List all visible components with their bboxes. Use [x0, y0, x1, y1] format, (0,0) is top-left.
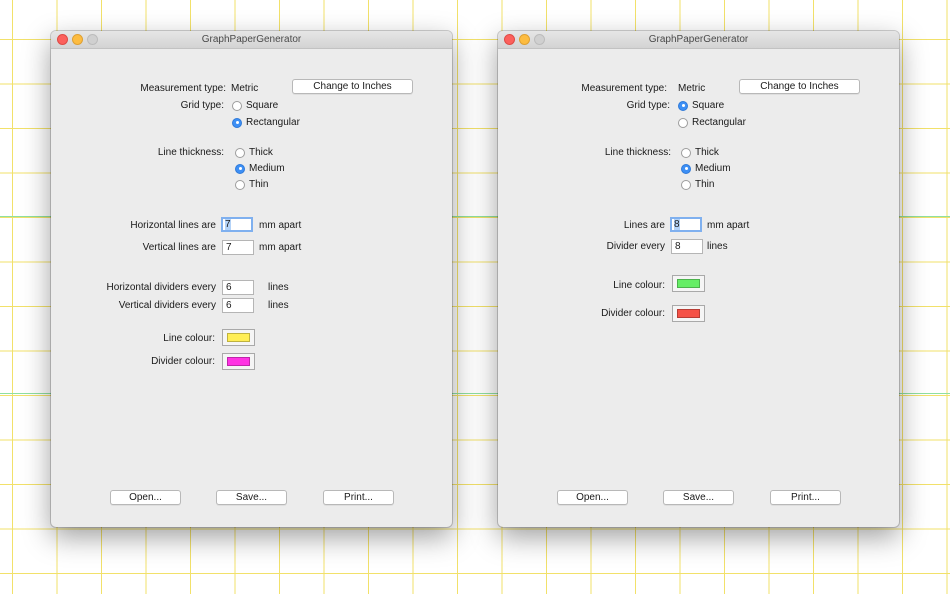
- line-thickness-label: Line thickness:: [604, 147, 671, 158]
- radio-label: Square: [246, 100, 279, 111]
- divider-colour-label: Divider colour:: [601, 308, 665, 319]
- grid-type-label: Grid type:: [626, 100, 670, 111]
- line-colour-well[interactable]: [672, 275, 705, 292]
- radio-icon: [232, 100, 242, 111]
- vertical-lines-label: Vertical lines are: [142, 242, 216, 253]
- radio-label: Square: [692, 100, 725, 111]
- zoom-window-button[interactable]: [534, 34, 545, 45]
- divider-every-label: Divider every: [606, 241, 665, 252]
- radio-label: Rectangular: [692, 117, 746, 128]
- divider-every-input[interactable]: 8: [671, 239, 703, 254]
- measurement-type-value: Metric: [231, 83, 259, 94]
- thickness-medium-radio[interactable]: Medium: [235, 163, 285, 174]
- title-bar[interactable]: GraphPaperGenerator: [498, 31, 899, 49]
- grid-divider-line: [898, 216, 950, 217]
- vertical-spacing-input[interactable]: 7: [222, 240, 254, 255]
- window-title: GraphPaperGenerator: [201, 34, 302, 45]
- thickness-medium-radio[interactable]: Medium: [681, 163, 731, 174]
- thickness-thin-radio[interactable]: Thin: [681, 179, 714, 190]
- measurement-type-label: Measurement type:: [581, 83, 667, 94]
- radio-icon: [681, 179, 691, 190]
- save-button[interactable]: Save...: [663, 490, 734, 505]
- radio-selected-icon: [232, 117, 242, 128]
- close-window-button[interactable]: [57, 34, 68, 45]
- change-units-button[interactable]: Change to Inches: [292, 79, 413, 94]
- radio-label: Rectangular: [246, 117, 300, 128]
- horizontal-dividers-unit: lines: [268, 282, 289, 293]
- radio-icon: [678, 117, 688, 128]
- close-window-button[interactable]: [504, 34, 515, 45]
- radio-label: Thick: [249, 147, 273, 158]
- vertical-dividers-input[interactable]: 6: [222, 298, 254, 313]
- minimize-window-button[interactable]: [519, 34, 530, 45]
- lines-spacing-unit: mm apart: [707, 220, 750, 231]
- title-bar[interactable]: GraphPaperGenerator: [51, 31, 452, 49]
- radio-label: Medium: [695, 163, 731, 174]
- vertical-dividers-label: Vertical dividers every: [118, 300, 216, 311]
- zoom-window-button[interactable]: [87, 34, 98, 45]
- measurement-type-label: Measurement type:: [140, 83, 226, 94]
- grid-type-rectangular-radio[interactable]: Rectangular: [678, 117, 746, 128]
- print-button[interactable]: Print...: [770, 490, 841, 505]
- radio-label: Thin: [695, 179, 715, 190]
- line-colour-swatch: [677, 279, 700, 288]
- measurement-type-value: Metric: [678, 83, 706, 94]
- radio-selected-icon: [681, 163, 691, 174]
- change-units-button[interactable]: Change to Inches: [739, 79, 860, 94]
- grid-divider-line: [452, 393, 498, 394]
- divider-every-unit: lines: [707, 241, 728, 252]
- thickness-thick-radio[interactable]: Thick: [235, 147, 273, 158]
- divider-colour-swatch: [227, 357, 250, 366]
- grid-type-square-radio[interactable]: Square: [232, 100, 278, 111]
- horizontal-spacing-unit: mm apart: [259, 220, 302, 231]
- grid-type-square-radio[interactable]: Square: [678, 100, 724, 111]
- line-colour-label: Line colour:: [613, 280, 665, 291]
- lines-spacing-input[interactable]: 8: [670, 217, 702, 232]
- line-colour-well[interactable]: [222, 329, 255, 346]
- radio-selected-icon: [678, 100, 688, 111]
- line-colour-label: Line colour:: [163, 333, 215, 344]
- grid-divider-line: [898, 393, 950, 394]
- grid-type-rectangular-radio[interactable]: Rectangular: [232, 117, 300, 128]
- horizontal-lines-label: Horizontal lines are: [130, 220, 216, 231]
- radio-icon: [235, 179, 245, 190]
- open-button[interactable]: Open...: [110, 490, 181, 505]
- print-button[interactable]: Print...: [323, 490, 394, 505]
- line-thickness-label: Line thickness:: [157, 147, 224, 158]
- divider-colour-well[interactable]: [672, 305, 705, 322]
- radio-selected-icon: [235, 163, 245, 174]
- horizontal-dividers-label: Horizontal dividers every: [106, 282, 217, 293]
- radio-label: Medium: [249, 163, 285, 174]
- thickness-thick-radio[interactable]: Thick: [681, 147, 719, 158]
- radio-icon: [681, 147, 691, 158]
- vertical-dividers-unit: lines: [268, 300, 289, 311]
- grid-divider-line: [0, 393, 52, 394]
- window-rectangular: GraphPaperGenerator Measurement type: Me…: [51, 31, 452, 527]
- grid-type-label: Grid type:: [180, 100, 224, 111]
- grid-divider-line: [452, 216, 498, 217]
- divider-colour-swatch: [677, 309, 700, 318]
- radio-label: Thick: [695, 147, 719, 158]
- minimize-window-button[interactable]: [72, 34, 83, 45]
- open-button[interactable]: Open...: [557, 490, 628, 505]
- radio-label: Thin: [249, 179, 269, 190]
- horizontal-dividers-input[interactable]: 6: [222, 280, 254, 295]
- thickness-thin-radio[interactable]: Thin: [235, 179, 268, 190]
- window-title: GraphPaperGenerator: [648, 34, 749, 45]
- divider-colour-well[interactable]: [222, 353, 255, 370]
- grid-divider-line: [0, 216, 52, 217]
- radio-icon: [235, 147, 245, 158]
- line-colour-swatch: [227, 333, 250, 342]
- vertical-spacing-unit: mm apart: [259, 242, 302, 253]
- window-square: GraphPaperGenerator Measurement type: Me…: [498, 31, 899, 527]
- save-button[interactable]: Save...: [216, 490, 287, 505]
- horizontal-spacing-input[interactable]: 7: [221, 217, 253, 232]
- divider-colour-label: Divider colour:: [151, 356, 215, 367]
- lines-spacing-label: Lines are: [623, 220, 665, 231]
